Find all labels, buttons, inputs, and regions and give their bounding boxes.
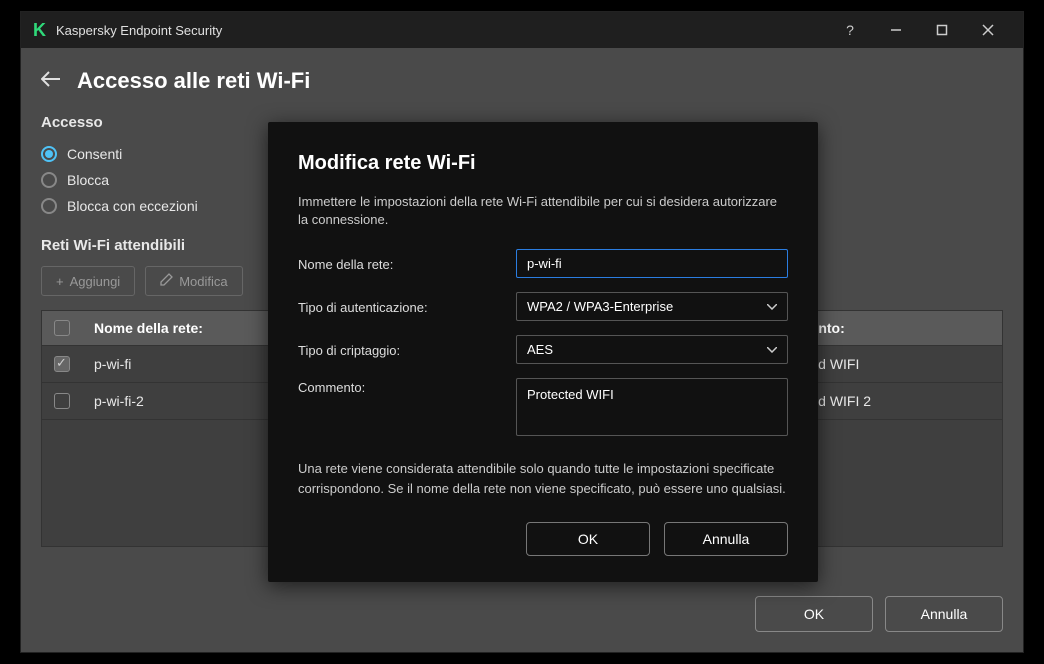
radio-label: Consenti xyxy=(67,146,122,162)
cancel-button[interactable]: Annulla xyxy=(885,596,1003,632)
edit-wifi-modal: Modifica rete Wi-Fi Immettere le imposta… xyxy=(268,122,818,582)
label-comment: Commento: xyxy=(298,378,516,395)
modal-title: Modifica rete Wi-Fi xyxy=(298,152,788,175)
col-checkbox[interactable] xyxy=(42,311,82,345)
network-name-input[interactable] xyxy=(516,249,788,278)
app-title: Kaspersky Endpoint Security xyxy=(56,23,222,38)
modal-description: Immettere le impostazioni della rete Wi-… xyxy=(298,193,788,229)
edit-button[interactable]: Modifica xyxy=(145,266,242,296)
plus-icon: + xyxy=(56,274,64,289)
row-checkbox-icon[interactable] xyxy=(54,393,70,409)
comment-textarea[interactable] xyxy=(516,378,788,436)
radio-label: Blocca xyxy=(67,172,109,188)
radio-label: Blocca con eccezioni xyxy=(67,198,198,214)
add-label: Aggiungi xyxy=(70,274,121,289)
modal-cancel-button[interactable]: Annulla xyxy=(664,522,788,556)
radio-icon xyxy=(41,172,57,188)
ok-button[interactable]: OK xyxy=(755,596,873,632)
modal-ok-button[interactable]: OK xyxy=(526,522,650,556)
app-window: K Kaspersky Endpoint Security ? Accesso … xyxy=(20,11,1024,653)
minimize-button[interactable] xyxy=(873,12,919,48)
encryption-type-select[interactable]: AES xyxy=(516,335,788,364)
pencil-icon xyxy=(160,273,173,289)
page-title: Accesso alle reti Wi-Fi xyxy=(77,68,310,94)
add-button[interactable]: + Aggiungi xyxy=(41,266,135,296)
label-network-name: Nome della rete: xyxy=(298,255,516,272)
titlebar: K Kaspersky Endpoint Security ? xyxy=(21,12,1023,48)
edit-label: Modifica xyxy=(179,274,227,289)
maximize-button[interactable] xyxy=(919,12,965,48)
back-arrow-icon[interactable] xyxy=(41,70,61,93)
radio-icon xyxy=(41,198,57,214)
close-button[interactable] xyxy=(965,12,1011,48)
app-logo-icon: K xyxy=(33,20,46,41)
radio-icon xyxy=(41,146,57,162)
label-encryption-type: Tipo di criptaggio: xyxy=(298,341,516,358)
auth-type-select[interactable]: WPA2 / WPA3-Enterprise xyxy=(516,292,788,321)
label-auth-type: Tipo di autenticazione: xyxy=(298,298,516,315)
help-button[interactable]: ? xyxy=(827,12,873,48)
modal-note: Una rete viene considerata attendibile s… xyxy=(298,459,788,498)
checkbox-all-icon xyxy=(54,320,70,336)
row-checkbox-icon[interactable] xyxy=(54,356,70,372)
